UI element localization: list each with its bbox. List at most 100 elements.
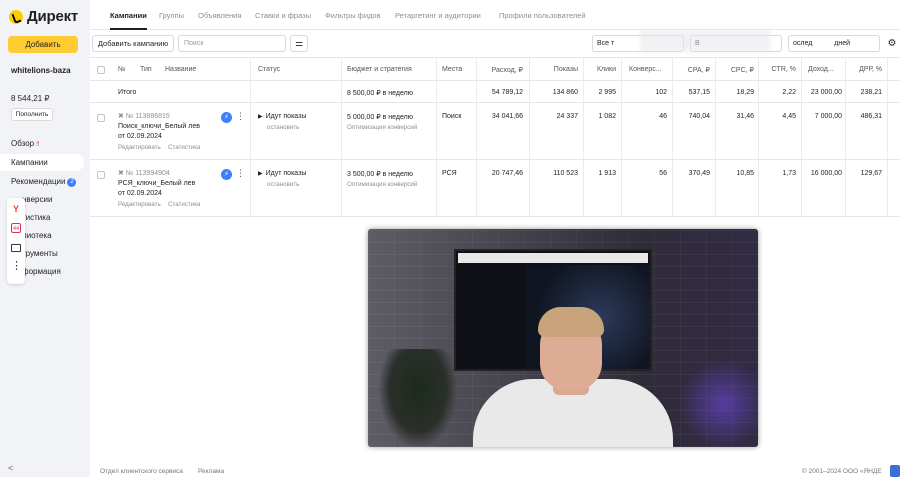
table-header: № Тип Название Статус Бюджет и стратегия…	[90, 57, 900, 81]
col-places[interactable]: Места	[442, 66, 462, 73]
revenue-value: 16 000,00	[810, 170, 842, 177]
tabs-bar: Кампании Группы Объявления Ставки и фраз…	[90, 0, 900, 30]
budget-value[interactable]: 5 000,00 ₽ в неделю	[347, 113, 413, 121]
revenue-value: 7 000,00	[814, 113, 842, 120]
topup-button[interactable]: Пополнить	[11, 108, 53, 121]
total-clicks: 2 995	[598, 89, 616, 96]
sidebar-item-label: Обзор	[11, 139, 35, 148]
sidebar-item-label: лиотека	[22, 231, 52, 240]
add-campaign-button[interactable]: Добавить кампанию	[92, 35, 174, 52]
stats-link[interactable]: Статистика	[168, 201, 201, 208]
row-checkbox[interactable]	[97, 114, 105, 122]
tab-ads[interactable]: Объявления	[198, 11, 241, 20]
campaign-name[interactable]: Поиск_ключи_Белый лев	[118, 123, 200, 130]
search-input[interactable]: Поиск	[178, 35, 286, 52]
period-select-tail: дней	[834, 40, 851, 47]
col-clicks[interactable]: Клики	[587, 66, 616, 73]
col-impressions[interactable]: Показы	[538, 66, 578, 73]
col-spend[interactable]: Расход, ₽	[483, 66, 523, 74]
row-checkbox[interactable]	[97, 171, 105, 179]
purple-light	[678, 359, 758, 447]
cpa-value: 370,49	[688, 170, 710, 177]
col-cpc[interactable]: CPC, ₽	[722, 66, 754, 74]
table-row[interactable]: ✖ № 113886815 Поиск_ключи_Белый лев от 0…	[90, 103, 900, 160]
total-ctr: 2,22	[782, 89, 796, 96]
autotargeting-icon[interactable]: ⚡	[221, 169, 232, 180]
tab-bids[interactable]: Ставки и фразы	[255, 11, 311, 20]
stop-link[interactable]: остановить	[267, 181, 299, 188]
sidebar-item-recommendations[interactable]: Рекомендации 2	[0, 173, 84, 190]
stop-link[interactable]: остановить	[267, 124, 299, 131]
col-status[interactable]: Статус	[258, 66, 280, 73]
col-ctr[interactable]: CTR, %	[766, 66, 797, 73]
campaign-date: от 02.09.2024	[118, 133, 162, 140]
sidebar-item-campaigns[interactable]: Кампании	[0, 154, 84, 171]
budget-value[interactable]: 3 500,00 ₽ в неделю	[347, 170, 413, 178]
ctr-value: 1,73	[782, 170, 796, 177]
footer-service-link[interactable]: Отдел клиентского сервиса	[100, 468, 183, 475]
play-icon: ▶	[258, 171, 263, 177]
filter-settings-icon[interactable]: ⚌	[290, 35, 308, 52]
gear-icon[interactable]: ⚙	[883, 35, 900, 52]
more-icon[interactable]: ⋮	[236, 111, 245, 122]
total-conversions: 102	[655, 89, 667, 96]
toolbar: Добавить кампанию Поиск ⚌ Все т В ослед …	[90, 34, 900, 54]
stats-link[interactable]: Статистика	[168, 144, 201, 151]
col-drr[interactable]: ДРР, %	[852, 66, 882, 73]
total-spend: 54 789,12	[491, 89, 523, 96]
period-select-label: ослед	[793, 40, 813, 47]
col-budget[interactable]: Бюджет и стратегия	[347, 66, 412, 73]
campaign-id: ✖ № 113886815	[118, 113, 170, 120]
watermark-overlay	[640, 30, 770, 52]
campaign-id-text: № 113886815	[125, 113, 170, 120]
campaign-name[interactable]: РСЯ_ключи_Белый лев	[118, 180, 195, 187]
autotargeting-icon[interactable]: ⚡	[221, 112, 232, 123]
presenter-hair	[538, 307, 604, 337]
places-value: Поиск	[442, 113, 462, 120]
col-type[interactable]: Тип	[140, 66, 152, 73]
logo[interactable]: Директ	[9, 8, 78, 25]
collapse-sidebar-icon[interactable]: <	[8, 463, 13, 473]
edit-link[interactable]: Редактировать	[118, 144, 161, 151]
sidebar-item-overview[interactable]: Обзор ‼	[0, 135, 84, 152]
col-revenue[interactable]: Доход...	[808, 66, 834, 73]
status-text[interactable]: ▶ Идут показы	[258, 170, 306, 177]
col-cpa[interactable]: CPA, ₽	[680, 66, 710, 74]
add-button[interactable]: Добавить	[8, 36, 78, 53]
drr-value: 129,67	[860, 170, 882, 177]
total-budget: 8 500,00 ₽ в неделю	[347, 90, 413, 97]
tab-retargeting[interactable]: Ретаргетинг и аудитории	[395, 11, 481, 20]
select-all-checkbox[interactable]	[97, 66, 105, 74]
impressions-value: 24 337	[556, 113, 578, 120]
clicks-value: 1 082	[598, 113, 616, 120]
yandex-icon[interactable]: Y	[11, 204, 21, 214]
tab-user-profiles[interactable]: Профили пользователей	[499, 11, 586, 20]
account-name[interactable]: whitelions-baza	[11, 66, 71, 75]
spend-value: 20 747,46	[491, 170, 523, 177]
table-row[interactable]: ✖ № 113994904 РСЯ_ключи_Белый лев от 02.…	[90, 160, 900, 217]
tab-feed-filters[interactable]: Фильтры фидов	[325, 11, 381, 20]
tab-groups[interactable]: Группы	[159, 11, 184, 20]
edit-link[interactable]: Редактировать	[118, 201, 161, 208]
warning-indicator: ‼	[36, 141, 40, 148]
period-select[interactable]: ослед дней	[788, 35, 880, 52]
tab-campaigns[interactable]: Кампании	[110, 11, 147, 30]
counter-icon[interactable]: 44	[11, 223, 21, 233]
col-no[interactable]: №	[118, 66, 126, 73]
ctr-value: 4,45	[782, 113, 796, 120]
col-name[interactable]: Название	[165, 66, 196, 73]
sidebar-item-label: тистика	[22, 213, 51, 222]
screen-icon[interactable]	[11, 244, 21, 252]
col-conversions[interactable]: Конверс...	[629, 66, 662, 73]
more-icon[interactable]: ⋮	[11, 261, 22, 272]
play-icon: ▶	[258, 114, 263, 120]
status-text[interactable]: ▶ Идут показы	[258, 113, 306, 120]
total-label: Итого	[118, 89, 137, 96]
strategy-value: Оптимизация конверсий	[347, 124, 418, 131]
more-icon[interactable]: ⋮	[236, 168, 245, 179]
footer: Отдел клиентского сервиса Реклама © 2001…	[90, 465, 900, 477]
impressions-value: 110 523	[553, 170, 578, 177]
sidebar-item-label: Кампании	[11, 158, 48, 167]
monitor-browser-bar	[458, 253, 648, 263]
footer-ads-link[interactable]: Реклама	[198, 468, 224, 475]
